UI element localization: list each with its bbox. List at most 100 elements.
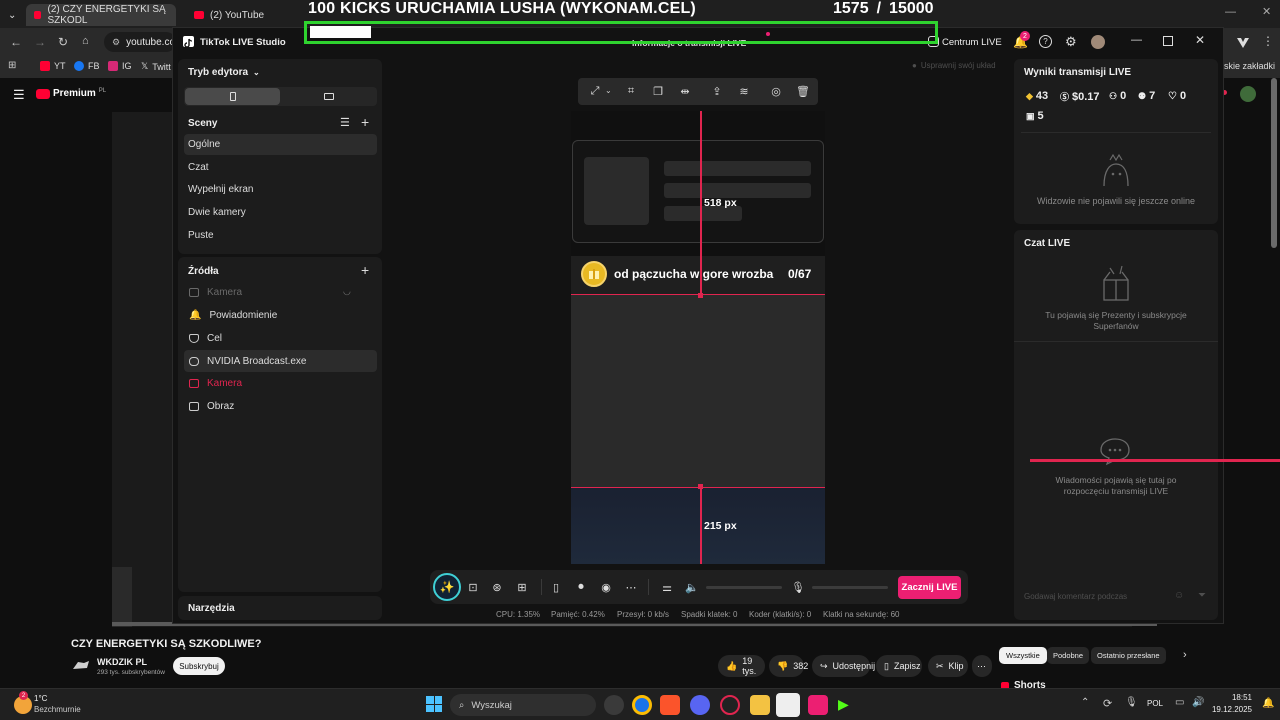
page-scrollbar[interactable] — [1271, 78, 1277, 248]
back-icon[interactable]: ← — [10, 35, 22, 49]
share-button[interactable]: ↪ Udostępnij — [812, 655, 875, 677]
list-icon[interactable]: ☰ — [340, 116, 350, 129]
close-icon[interactable]: ✕ — [1262, 5, 1271, 18]
home-icon[interactable]: ⌂ — [82, 35, 89, 47]
chip-recent[interactable]: Ostatnio przesłane — [1091, 647, 1166, 664]
send-backward-icon[interactable]: ≋ — [736, 83, 752, 99]
filter-icon[interactable]: ⏷ — [1198, 590, 1206, 601]
scene-item-fill[interactable]: Wypełnij ekran — [184, 179, 377, 200]
menu-icon[interactable]: ⋮ — [1262, 34, 1274, 48]
windows-start-icon[interactable] — [426, 696, 442, 712]
dislike-button[interactable]: 👎 382 — [769, 655, 808, 677]
clip-button[interactable]: ✂ Klip — [928, 655, 968, 677]
avatar[interactable] — [1091, 35, 1105, 49]
language-indicator[interactable]: POL — [1147, 699, 1163, 708]
taskbar-search[interactable]: ⌕ Wyszukaj — [450, 694, 596, 716]
add-source-icon[interactable]: + — [361, 262, 369, 278]
like-button[interactable]: 👍 19 tys. — [718, 655, 765, 677]
brave-app-icon[interactable] — [660, 695, 680, 715]
record-icon[interactable]: ⏺ — [573, 579, 589, 595]
resize-handle[interactable] — [698, 484, 703, 489]
chrome-app-icon[interactable] — [632, 695, 652, 715]
url-field[interactable]: ⚙ youtube.co — [104, 32, 176, 52]
tools-header[interactable]: Narzędzia — [188, 603, 235, 614]
crop-icon[interactable]: ⌗ — [623, 83, 639, 99]
avatar[interactable] — [1240, 86, 1256, 102]
landscape-button[interactable] — [281, 88, 376, 105]
reload-icon[interactable]: ↻ — [58, 35, 68, 49]
minimize-icon[interactable]: — — [1131, 34, 1142, 46]
opera-app-icon[interactable] — [720, 695, 740, 715]
help-icon[interactable]: ? — [1039, 35, 1052, 48]
chevron-down-icon[interactable]: ⌄ — [605, 86, 612, 95]
apps-icon[interactable]: ⊞ — [8, 60, 16, 71]
clock-time[interactable]: 18:51 — [1212, 693, 1252, 702]
source-camera-error[interactable]: Kamera — [184, 373, 377, 393]
effects-icon[interactable]: ⊛ — [489, 579, 505, 595]
tab-list-button[interactable]: ⌄ — [0, 4, 22, 26]
source-goal[interactable]: Cel — [184, 328, 377, 348]
phone-icon[interactable]: ▯ — [548, 579, 564, 595]
tiktok-studio-app-icon[interactable] — [776, 693, 800, 717]
more-icon[interactable]: ⋯ — [623, 579, 639, 595]
chips-next-icon[interactable]: › — [1183, 649, 1187, 661]
speaker-volume-slider[interactable] — [706, 586, 782, 589]
source-image[interactable]: Obraz — [184, 396, 377, 416]
scene-item-czat[interactable]: Czat — [184, 157, 377, 178]
duplicate-icon[interactable]: ❐ — [650, 83, 666, 99]
fit-icon[interactable]: ⤢ — [587, 83, 603, 99]
kick-app-icon[interactable]: ▶ — [838, 696, 849, 713]
emoji-icon[interactable]: ☺ — [1174, 590, 1184, 601]
all-bookmarks[interactable]: skie zakładki — [1224, 61, 1275, 71]
microphone-icon[interactable]: 🎙 — [1125, 697, 1138, 708]
network-icon[interactable]: ▭ — [1175, 697, 1184, 708]
close-icon[interactable]: ✕ — [1195, 33, 1205, 47]
minimize-icon[interactable]: — — [1225, 6, 1236, 18]
portrait-button[interactable] — [185, 88, 280, 105]
flip-icon[interactable]: ⇹ — [677, 83, 693, 99]
settings-gear-icon[interactable]: ⚙ — [1065, 34, 1077, 50]
tray-chevron-icon[interactable]: ⌃ — [1081, 697, 1089, 708]
editor-mode-dropdown[interactable]: Tryb edytora ⌄ — [188, 67, 260, 78]
chip-all[interactable]: Wszystkie — [999, 647, 1047, 664]
go-live-button[interactable]: Zacznij LIVE — [898, 576, 961, 599]
volume-icon[interactable]: 🔊 — [1192, 697, 1204, 708]
hamburger-icon[interactable]: ☰ — [13, 87, 25, 103]
bookmark-x[interactable]: 𝕏 Twitt — [141, 61, 171, 72]
speaker-icon[interactable]: 🔈 — [684, 579, 700, 595]
tiktok-app-icon[interactable] — [808, 695, 828, 715]
obs-app-icon[interactable] — [604, 695, 624, 715]
save-button[interactable]: ▯ Zapisz — [876, 655, 922, 677]
layout-hint[interactable]: ● Usprawnij swój układ — [912, 61, 996, 70]
rotate-icon[interactable]: ◎ — [768, 83, 784, 99]
discord-app-icon[interactable] — [690, 695, 710, 715]
youtube-premium-logo[interactable]: Premium PL — [36, 88, 106, 99]
source-notification[interactable]: 🔔 Powiadomienie — [184, 305, 377, 325]
clock-date[interactable]: 19.12.2025 — [1208, 705, 1252, 714]
more-actions-button[interactable]: ⋯ — [972, 655, 992, 677]
microphone-volume-slider[interactable] — [812, 586, 888, 589]
channel-avatar[interactable] — [72, 658, 90, 672]
extension-icon[interactable] — [1234, 33, 1252, 51]
add-scene-icon[interactable]: + — [361, 114, 369, 130]
forward-icon[interactable]: → — [34, 35, 46, 49]
stream-status-icon[interactable]: ◉ — [598, 579, 614, 595]
explorer-app-icon[interactable] — [750, 695, 770, 715]
tab-active[interactable]: (2) CZY ENERGETYKI SĄ SZKODL — [26, 4, 176, 26]
screen-icon[interactable]: ⊞ — [514, 579, 530, 595]
magic-wand-icon[interactable]: ✨ — [433, 573, 461, 601]
source-nvidia-broadcast[interactable]: NVIDIA Broadcast.exe — [184, 350, 377, 372]
subscribe-button[interactable]: Subskrybuj — [173, 657, 225, 675]
resize-handle[interactable] — [698, 293, 703, 298]
sync-icon[interactable]: ⟳ — [1103, 697, 1112, 710]
bookmark-yt[interactable]: YT — [40, 61, 66, 71]
mixer-icon[interactable]: ⚌ — [659, 579, 675, 595]
scene-item-empty[interactable]: Puste — [184, 225, 377, 246]
scene-item-two-cameras[interactable]: Dwie kamery — [184, 202, 377, 223]
visibility-icon[interactable]: ◡ — [343, 286, 351, 297]
bookmark-fb[interactable]: FB — [74, 61, 100, 71]
centrum-live-button[interactable]: Centrum LIVE — [942, 37, 1002, 48]
scene-item-ogolne[interactable]: Ogólne — [184, 134, 377, 155]
channel-name[interactable]: WKDZIK PL — [97, 657, 147, 667]
chat-input[interactable]: Godawaj komentarz podczas — [1024, 592, 1127, 601]
